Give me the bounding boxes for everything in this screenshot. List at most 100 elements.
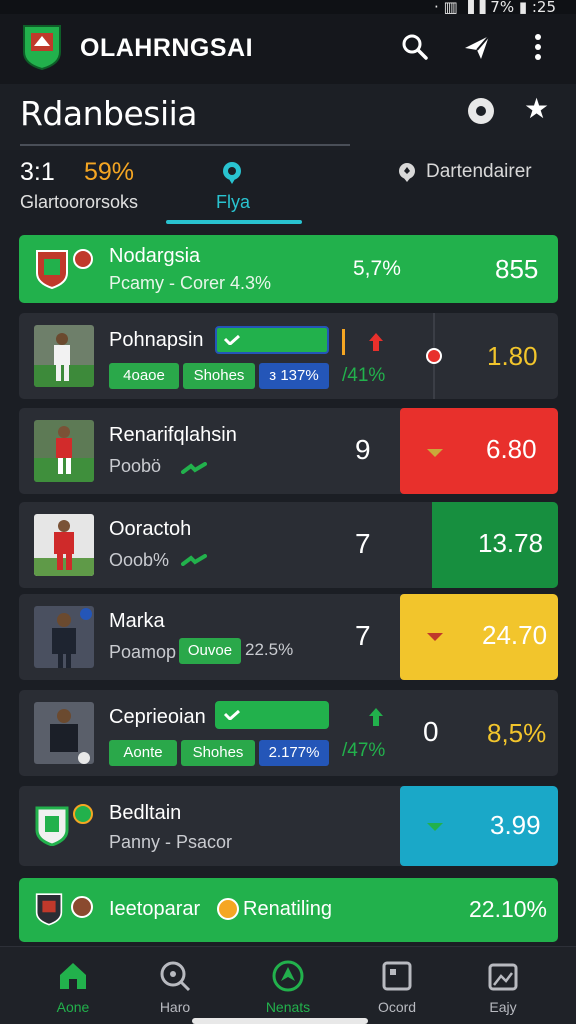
list-item[interactable]: Bedltain Panny - Psacor 3.99 <box>19 786 558 866</box>
app-bar: OLAHRNGSAI <box>0 14 576 84</box>
nav-item-home[interactable]: Aone <box>18 947 128 1024</box>
send-icon[interactable] <box>462 32 492 62</box>
nav-label: Eajy <box>489 999 517 1015</box>
tag-chip[interactable]: 2.177% <box>259 740 329 766</box>
arrow-up-icon <box>369 708 383 726</box>
row-title: Marka <box>109 610 165 632</box>
nav-item-compass[interactable]: Nenats <box>233 947 343 1024</box>
tag-chip[interactable]: Shohes <box>181 740 255 766</box>
app-title: OLAHRNGSAI <box>80 34 254 62</box>
nav-label: Ocord <box>377 999 417 1015</box>
home-icon <box>60 963 86 989</box>
row-title: Renarifqlahsin <box>109 424 237 446</box>
home-indicator[interactable] <box>192 1018 368 1024</box>
nav-item-search[interactable]: Haro <box>120 947 230 1024</box>
tab-right[interactable]: Dartendairer <box>426 161 532 183</box>
location-pin-icon <box>399 163 415 182</box>
row-subtitle: Poobö <box>109 456 162 476</box>
row-subtitle-percent: 22.5% <box>245 640 294 659</box>
row-number: 0 <box>423 716 439 747</box>
list-item[interactable]: Ooractoh Ooob% 7 13.78 <box>19 502 558 588</box>
player-photo <box>34 325 94 387</box>
tag-icon <box>217 898 239 920</box>
row-title: Ieetoparar <box>109 898 201 920</box>
list-item[interactable]: Ceprieoian Aonte Shohes 2.177% /47% 0 8,… <box>19 690 558 776</box>
player-photo <box>34 702 94 764</box>
search-icon[interactable] <box>400 32 430 62</box>
divider <box>342 329 345 355</box>
nav-item-image[interactable]: Eajy <box>448 947 558 1024</box>
odds-value: 3.99 <box>490 810 541 840</box>
row-number: 9 <box>355 434 371 465</box>
row-number: 7 <box>355 528 371 559</box>
image-icon <box>488 963 518 991</box>
page-title: Rdanbesiia <box>20 94 198 133</box>
bottom-nav: Aone Haro Nenats Ocord Eajy <box>0 946 576 1024</box>
tag-chip[interactable]: Shohes <box>183 363 255 389</box>
tag-chip[interactable]: з 137% <box>259 363 329 389</box>
tab-indicator <box>166 220 302 224</box>
team-crest-icon <box>35 806 69 846</box>
tag-chip[interactable]: Aonte <box>109 740 177 766</box>
row-percent: /47% <box>342 740 386 761</box>
team-crest-icon <box>35 893 63 926</box>
app-logo-crest-icon <box>23 25 61 70</box>
chat-bubble-icon <box>223 162 241 184</box>
row-title: Pohnapsin <box>109 329 204 351</box>
list-item[interactable]: Ieetoparar Renatiling 22.10% <box>19 878 558 942</box>
player-photo <box>34 514 94 576</box>
arrow-up-icon <box>369 333 383 351</box>
list-item[interactable]: Renarifqlahsin Poobö 9 6.80 <box>19 408 558 494</box>
list-item[interactable]: Marka Poamop Ouvoe 22.5% 7 24.70 <box>19 594 558 680</box>
nav-label: Aone <box>56 999 90 1015</box>
tag-chip[interactable]: Ouvoe <box>179 638 241 664</box>
row-number: 7 <box>355 620 371 651</box>
trend-icon <box>181 462 207 474</box>
odds-value: 22.10% <box>469 896 548 922</box>
list-item[interactable]: Nodargsia Pcamy - Corer 4.3% 5,7% 855 <box>19 235 558 303</box>
odds-value: 1.80 <box>487 341 538 371</box>
odds-value: 24.70 <box>482 620 548 650</box>
check-icon <box>223 710 240 720</box>
row-title: Ooractoh <box>109 518 192 540</box>
row-percent: /41% <box>342 365 386 386</box>
chevron-down-icon <box>427 823 443 831</box>
tab-bar: 3:1 59% Glartoororsoks Flya Dartendairer <box>0 150 576 230</box>
score-percent: 59% <box>84 158 135 186</box>
row-subtitle: Poamop <box>109 642 177 662</box>
row-title: Bedltain <box>109 802 182 824</box>
score-value: 3:1 <box>20 158 55 186</box>
chevron-down-icon <box>427 449 443 457</box>
player-photo <box>34 420 94 482</box>
odds-box[interactable]: 6.80 <box>400 408 558 494</box>
odds-value: 8,5% <box>487 718 547 748</box>
chevron-down-icon <box>427 633 443 641</box>
status-dot <box>426 348 442 364</box>
more-vert-icon[interactable] <box>523 32 553 62</box>
team-badge-icon <box>73 249 93 269</box>
record-icon[interactable] <box>468 98 494 124</box>
title-underline <box>20 144 350 146</box>
team-crest-icon <box>36 250 68 289</box>
row-subtitle: Panny - Psacor <box>109 832 233 852</box>
list-item[interactable]: Pohnapsin 4oaoe Shohes з 137% /41% 1.80 <box>19 313 558 399</box>
sub-header: Rdanbesiia ★ <box>0 84 576 150</box>
status-bar: · ▥ ▐▐ 7% ▮ :25 <box>0 0 576 16</box>
odds-box[interactable]: 24.70 <box>400 594 558 680</box>
star-icon[interactable]: ★ <box>524 92 549 125</box>
row-title: Nodargsia <box>109 245 201 267</box>
odds-box[interactable]: 13.78 <box>432 502 558 588</box>
row-subtitle: Ooob% <box>109 550 170 570</box>
tab-active[interactable]: Flya <box>216 192 250 213</box>
tab-left[interactable]: Glartoororsoks <box>20 192 138 213</box>
row-title: Ceprieoian <box>109 706 206 728</box>
row-tag: Renatiling <box>243 898 332 920</box>
odds-box[interactable]: 3.99 <box>400 786 558 866</box>
nav-label: Haro <box>159 999 191 1015</box>
odds-value: 6.80 <box>486 434 537 464</box>
player-photo <box>34 606 94 668</box>
row-percent: 5,7% <box>353 257 401 280</box>
nav-item-square[interactable]: Ocord <box>342 947 452 1024</box>
team-badge-icon <box>73 804 93 824</box>
tag-chip[interactable]: 4oaoe <box>109 363 179 389</box>
